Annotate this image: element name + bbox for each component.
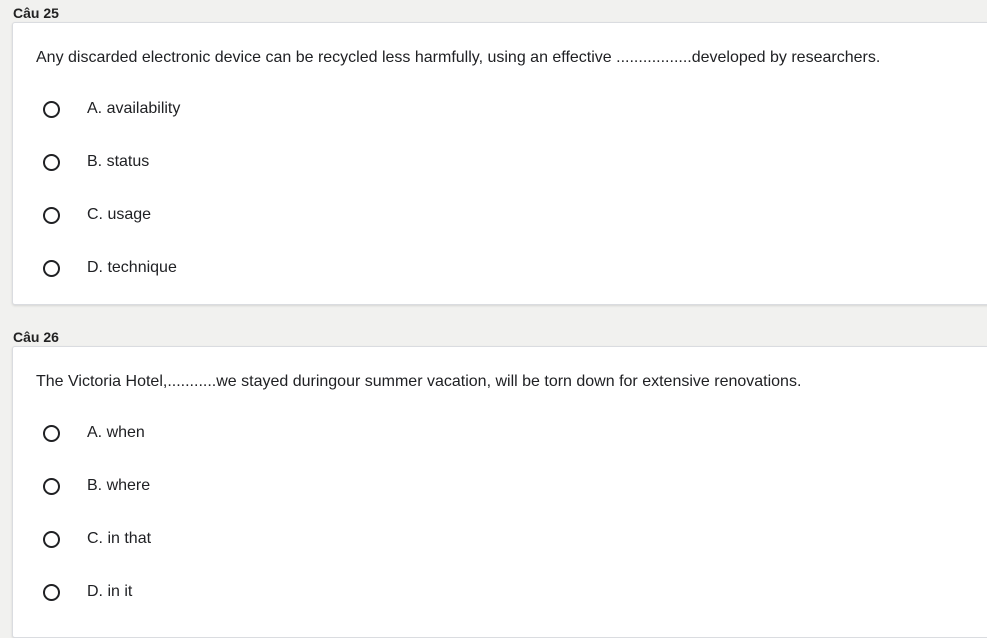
option-label: B. status (87, 153, 150, 170)
radio-button[interactable] (43, 100, 60, 118)
option-label: C. in that (87, 530, 152, 547)
option-d[interactable]: D. in it (43, 580, 132, 604)
option-c[interactable]: C. usage (43, 203, 151, 227)
option-b[interactable]: B. status (43, 150, 149, 174)
radio-button[interactable] (43, 530, 60, 548)
question-card: The Victoria Hotel,...........we stayed … (12, 346, 987, 638)
question-card: Any discarded electronic device can be r… (12, 22, 987, 305)
option-a[interactable]: A. when (43, 421, 145, 445)
question-number: Câu 26 (13, 329, 59, 345)
radio-button[interactable] (43, 153, 60, 171)
radio-button[interactable] (43, 583, 60, 601)
option-label: D. technique (87, 259, 177, 276)
question-number: Câu 25 (13, 5, 59, 21)
question-text: Any discarded electronic device can be r… (36, 49, 881, 66)
radio-button[interactable] (43, 477, 60, 495)
radio-button[interactable] (43, 206, 60, 224)
option-b[interactable]: B. where (43, 474, 150, 498)
option-a[interactable]: A. availability (43, 97, 180, 121)
option-label: D. in it (87, 583, 133, 600)
radio-button[interactable] (43, 259, 60, 277)
option-label: A. when (87, 424, 145, 441)
question-text: The Victoria Hotel,...........we stayed … (36, 373, 802, 390)
option-label: C. usage (87, 206, 152, 223)
radio-button[interactable] (43, 424, 60, 442)
option-d[interactable]: D. technique (43, 256, 177, 280)
option-label: B. where (87, 477, 151, 494)
option-label: A. availability (87, 100, 181, 117)
option-c[interactable]: C. in that (43, 527, 151, 551)
